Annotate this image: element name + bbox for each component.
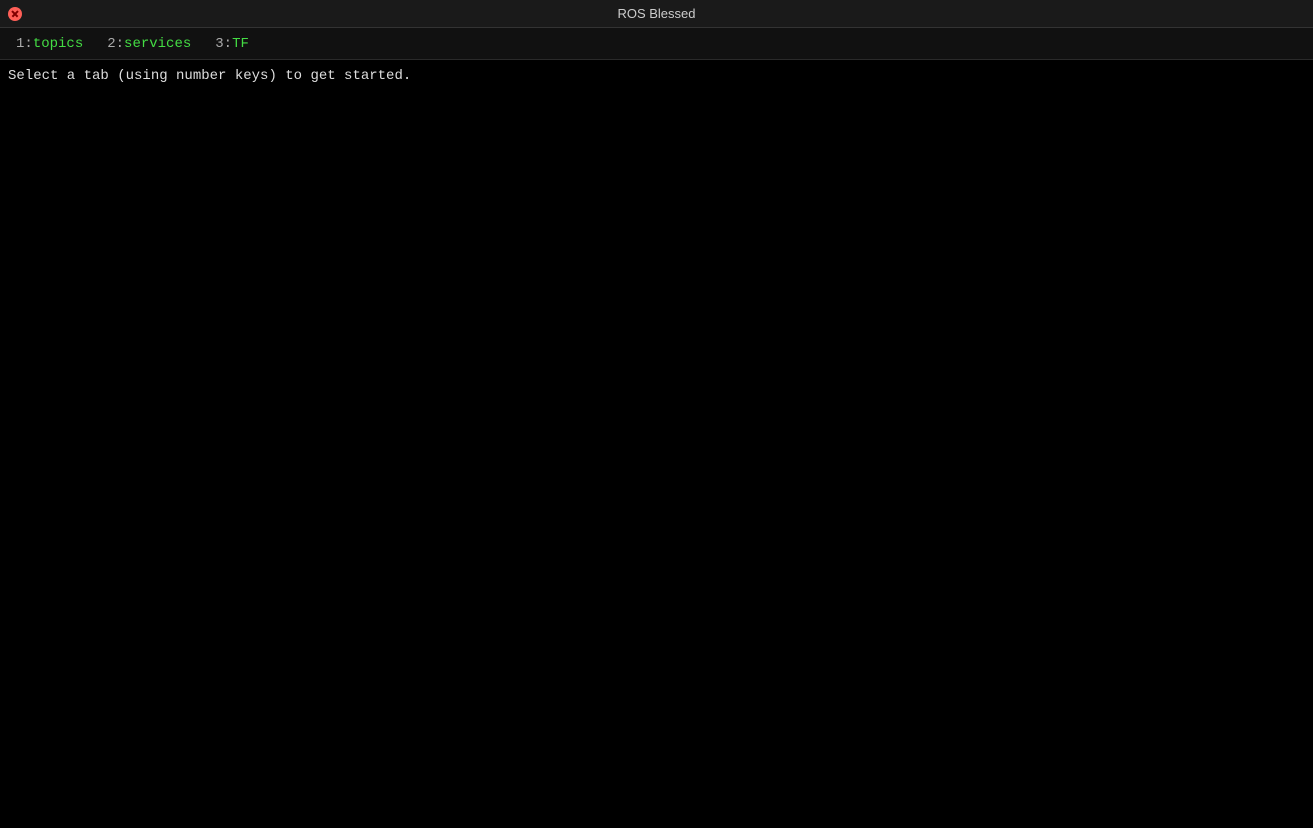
tab-services-number: 2 bbox=[107, 36, 115, 52]
tab-services-separator: : bbox=[116, 36, 124, 52]
tab-services-label: services bbox=[124, 36, 191, 52]
title-bar: ROS Blessed bbox=[0, 0, 1313, 28]
tab-bar: 1:topics 2:services 3:TF bbox=[0, 28, 1313, 60]
tab-tf-number: 3 bbox=[215, 36, 223, 52]
window-title: ROS Blessed bbox=[617, 6, 695, 21]
tab-topics-separator: : bbox=[24, 36, 32, 52]
tab-tf[interactable]: 3:TF bbox=[203, 32, 261, 56]
tab-services[interactable]: 2:services bbox=[95, 32, 203, 56]
status-message: Select a tab (using number keys) to get … bbox=[8, 66, 1305, 87]
tab-tf-label: TF bbox=[232, 36, 249, 52]
content-area: Select a tab (using number keys) to get … bbox=[0, 60, 1313, 828]
close-button[interactable] bbox=[8, 7, 22, 21]
tab-topics[interactable]: 1:topics bbox=[4, 32, 95, 56]
main-window: ROS Blessed 1:topics 2:services 3:TF Sel… bbox=[0, 0, 1313, 828]
tab-tf-separator: : bbox=[224, 36, 232, 52]
window-controls bbox=[8, 7, 22, 21]
tab-topics-label: topics bbox=[33, 36, 83, 52]
